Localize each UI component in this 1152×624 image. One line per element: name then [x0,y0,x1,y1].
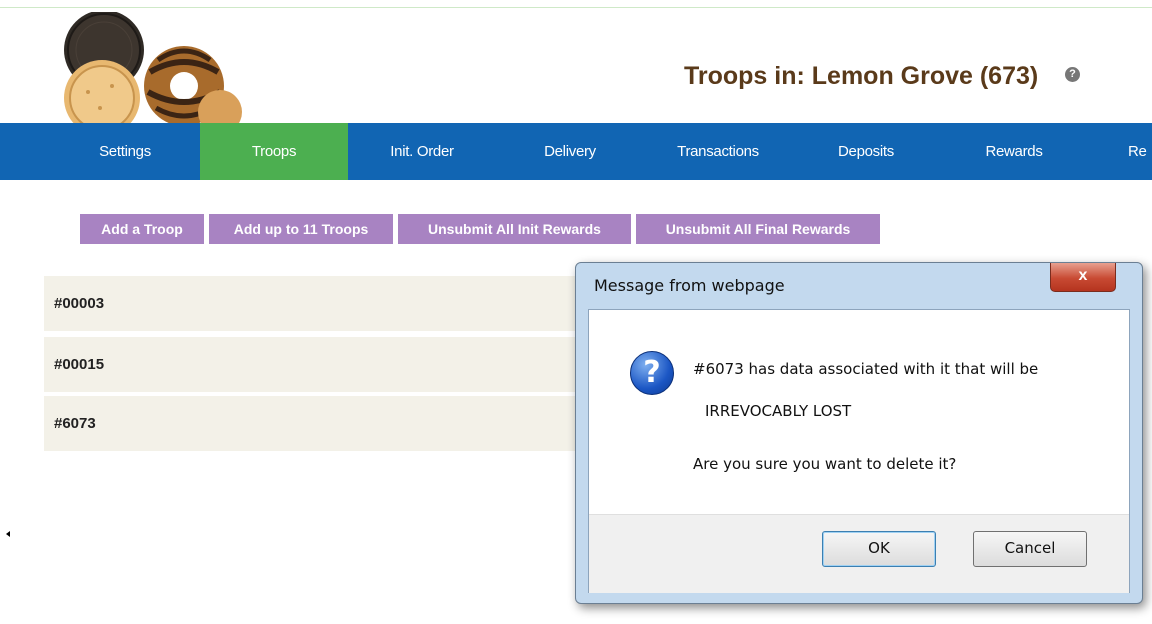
troop-id: #00003 [54,295,105,312]
troop-id: #00015 [54,356,105,373]
help-icon[interactable]: ? [1065,67,1080,82]
dialog-message-line: IRREVOCABLY LOST [705,402,852,420]
nav-item-reports[interactable]: Re [1088,123,1152,180]
nav-item-init-order[interactable]: Init. Order [348,123,496,180]
troop-row[interactable]: #6073 [44,396,664,451]
cookies-logo [64,12,242,124]
dialog-titlebar[interactable]: Message from webpage x [576,263,1142,309]
nav-item-settings[interactable]: Settings [50,123,200,180]
troop-row[interactable]: #00003 [44,276,664,331]
ok-button[interactable]: OK [822,531,936,567]
troop-row[interactable]: #00015 [44,337,664,392]
troop-id: #6073 [54,415,96,432]
nav-item-deposits[interactable]: Deposits [792,123,940,180]
main-nav: Settings Troops Init. Order Delivery Tra… [0,123,1152,180]
nav-item-rewards[interactable]: Rewards [940,123,1088,180]
confirm-dialog: Message from webpage x ? #6073 has data … [575,262,1143,604]
cancel-button[interactable]: Cancel [973,531,1087,567]
nav-item-transactions[interactable]: Transactions [644,123,792,180]
dialog-message-line: #6073 has data associated with it that w… [693,360,1039,378]
add-troop-button[interactable]: Add a Troop [80,214,204,244]
collapse-caret-icon[interactable] [6,531,10,537]
nav-item-delivery[interactable]: Delivery [496,123,644,180]
dialog-title: Message from webpage [594,276,785,295]
dialog-message-line: Are you sure you want to delete it? [693,455,957,473]
dialog-close-button[interactable]: x [1050,263,1116,292]
page-title: Troops in: Lemon Grove (673) [684,62,1039,90]
dialog-body: ? #6073 has data associated with it that… [588,309,1130,593]
dialog-content: ? #6073 has data associated with it that… [589,310,1129,514]
nav-item-troops[interactable]: Troops [200,123,348,180]
question-icon: ? [630,351,674,395]
unsubmit-final-rewards-button[interactable]: Unsubmit All Final Rewards [636,214,880,244]
unsubmit-init-rewards-button[interactable]: Unsubmit All Init Rewards [398,214,631,244]
top-rule [0,7,1152,8]
add-multiple-troops-button[interactable]: Add up to 11 Troops [209,214,393,244]
